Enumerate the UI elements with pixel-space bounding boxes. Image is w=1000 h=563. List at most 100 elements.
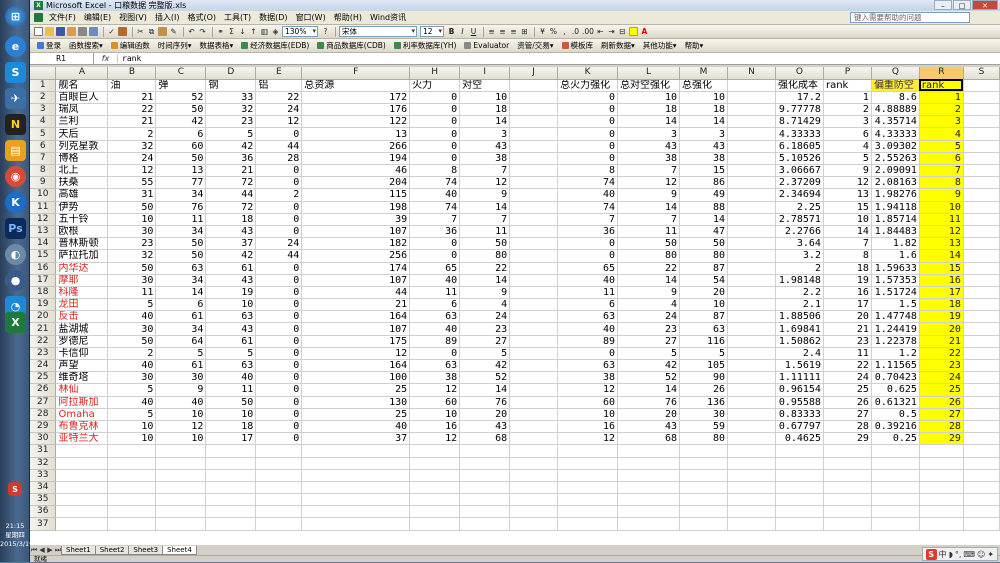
cell-f15[interactable]: 256: [301, 249, 411, 263]
decrease-decimal-icon[interactable]: .00: [582, 26, 594, 37]
new-icon[interactable]: [34, 26, 43, 37]
cell-h36[interactable]: [409, 505, 461, 519]
cell-o6[interactable]: 6.18605: [775, 140, 824, 153]
cell-k10[interactable]: 40: [557, 188, 619, 202]
cell-l32[interactable]: [617, 457, 681, 470]
cell-r10[interactable]: 9: [919, 188, 964, 202]
cell-s3[interactable]: [963, 103, 1000, 117]
cell-h32[interactable]: [409, 457, 461, 470]
cell-n20[interactable]: [727, 310, 776, 324]
name-box[interactable]: R1: [30, 53, 94, 64]
cell-i14[interactable]: 50: [459, 237, 511, 251]
cell-j1[interactable]: [509, 79, 559, 92]
cell-c22[interactable]: 64: [155, 335, 207, 348]
cell-b13[interactable]: 30: [107, 225, 157, 239]
cell-o18[interactable]: 2.2: [775, 286, 824, 300]
row-header[interactable]: 4: [30, 115, 57, 129]
cell-o4[interactable]: 8.71429: [775, 115, 824, 129]
cell-l24[interactable]: 42: [617, 359, 681, 373]
cell-j11[interactable]: [509, 201, 559, 214]
cell-r9[interactable]: 8: [919, 176, 964, 190]
menu-help[interactable]: 帮助(H): [330, 12, 366, 23]
cell-h20[interactable]: 63: [409, 310, 461, 324]
increase-decimal-icon[interactable]: .0: [571, 26, 580, 37]
cell-s26[interactable]: [963, 383, 1000, 397]
cell-e7[interactable]: 28: [255, 152, 303, 166]
cell-p29[interactable]: 28: [823, 420, 872, 434]
cell-r11[interactable]: 10: [919, 201, 964, 214]
cell-e18[interactable]: 0: [255, 286, 303, 300]
cell-n34[interactable]: [727, 481, 776, 495]
cell-j30[interactable]: [509, 432, 559, 446]
cell-d37[interactable]: [205, 517, 257, 531]
cell-i18[interactable]: 9: [459, 286, 511, 300]
cell-h7[interactable]: 0: [409, 152, 461, 166]
cell-p10[interactable]: 13: [823, 188, 872, 202]
cell-n28[interactable]: [727, 408, 776, 421]
cell-n29[interactable]: [727, 420, 776, 434]
column-header-l[interactable]: L: [617, 67, 681, 80]
cell-r6[interactable]: 5: [919, 140, 964, 153]
cell-a10[interactable]: 高雄: [55, 188, 109, 202]
cell-p6[interactable]: 4: [823, 140, 872, 153]
cell-n8[interactable]: [727, 164, 776, 178]
font-size-select[interactable]: 12: [420, 26, 444, 37]
cell-m29[interactable]: 59: [679, 420, 729, 434]
cell-a12[interactable]: 五十铃: [55, 213, 109, 226]
cell-b34[interactable]: [107, 481, 157, 495]
cell-h31[interactable]: [409, 444, 461, 458]
cell-d2[interactable]: 33: [205, 91, 257, 105]
cell-b29[interactable]: 10: [107, 420, 157, 434]
cell-p5[interactable]: 6: [823, 127, 872, 141]
prev-sheet-icon[interactable]: ◀: [38, 546, 46, 554]
cell-h33[interactable]: [409, 469, 461, 482]
cell-e5[interactable]: 0: [255, 127, 303, 141]
cell-q35[interactable]: [871, 493, 920, 507]
cell-d35[interactable]: [205, 493, 257, 507]
folder-icon[interactable]: ▤: [5, 140, 26, 161]
cell-r22[interactable]: 21: [919, 335, 964, 348]
cell-m26[interactable]: 26: [679, 383, 729, 397]
cell-j3[interactable]: [509, 103, 559, 117]
cell-p18[interactable]: 16: [823, 286, 872, 300]
cell-e28[interactable]: 0: [255, 408, 303, 421]
cell-k37[interactable]: [557, 517, 619, 531]
cell-q10[interactable]: 1.98276: [871, 188, 920, 202]
cell-m7[interactable]: 38: [679, 152, 729, 166]
cell-f7[interactable]: 194: [301, 152, 411, 166]
cell-h4[interactable]: 0: [409, 115, 461, 129]
cell-i31[interactable]: [459, 444, 511, 458]
cell-h21[interactable]: 40: [409, 322, 461, 336]
cell-k4[interactable]: 0: [557, 115, 619, 129]
row-header[interactable]: 21: [30, 322, 57, 336]
cell-b21[interactable]: 30: [107, 322, 157, 336]
cell-l5[interactable]: 3: [617, 127, 681, 141]
cell-o17[interactable]: 1.98148: [775, 274, 824, 287]
cell-i35[interactable]: [459, 493, 511, 507]
cell-k1[interactable]: 总火力强化: [557, 79, 619, 92]
cell-o2[interactable]: 17.2: [775, 91, 824, 105]
cell-o32[interactable]: [775, 457, 824, 470]
media-icon[interactable]: ◐: [5, 244, 26, 265]
cell-n7[interactable]: [727, 152, 776, 166]
cell-j33[interactable]: [509, 469, 559, 482]
cell-e9[interactable]: 0: [255, 176, 303, 190]
cell-b23[interactable]: 2: [107, 347, 157, 361]
cell-a11[interactable]: 伊势: [55, 201, 109, 214]
cell-k16[interactable]: 65: [557, 262, 619, 275]
cell-a14[interactable]: 普林斯顿: [55, 237, 109, 251]
cell-j28[interactable]: [509, 408, 559, 421]
cell-k26[interactable]: 12: [557, 383, 619, 397]
login-button[interactable]: 登录: [34, 40, 64, 51]
row-header[interactable]: 11: [30, 201, 57, 214]
cell-h13[interactable]: 36: [409, 225, 461, 239]
cell-a5[interactable]: 天后: [55, 127, 109, 141]
cell-l25[interactable]: 52: [617, 371, 681, 385]
cell-n3[interactable]: [727, 103, 776, 117]
column-header-s[interactable]: S: [963, 67, 1000, 80]
redo-icon[interactable]: ↷: [198, 26, 207, 37]
cell-d12[interactable]: 18: [205, 213, 257, 226]
cell-l33[interactable]: [617, 469, 681, 482]
cell-q25[interactable]: 0.70423: [871, 371, 920, 385]
cell-c27[interactable]: 40: [155, 396, 207, 409]
